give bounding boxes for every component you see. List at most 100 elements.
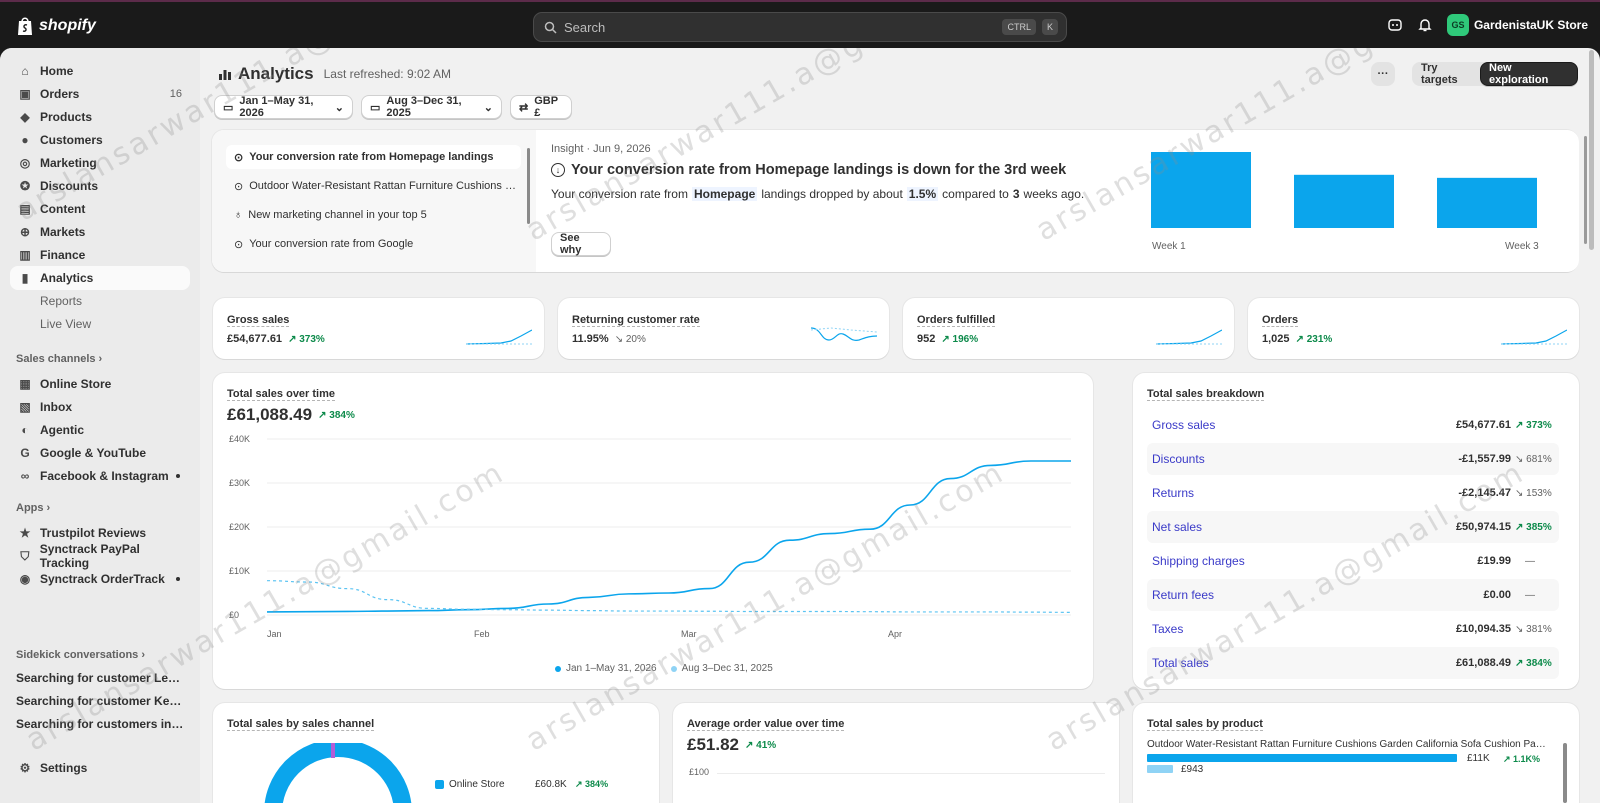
sidekick-conversation[interactable]: Searching for customer Lena B... (16, 671, 186, 685)
arrow-down-circle-icon: ↓ (551, 163, 565, 177)
metric-card-returning-rate[interactable]: Returning customer rate 11.95% ↘ 20% (558, 298, 889, 359)
breakdown-row[interactable]: Return fees £0.00 — (1147, 579, 1559, 611)
insight-list-item[interactable]: ⊙ Your conversion rate from Homepage land… (226, 145, 521, 169)
notification-bell-icon[interactable] (1417, 17, 1433, 33)
see-why-button[interactable]: See why (551, 232, 611, 256)
sidebar-item-label: Facebook & Instagram (40, 469, 169, 483)
sidebar-item-home[interactable]: ⌂ Home (10, 59, 190, 83)
donut-segment (264, 743, 412, 803)
breakdown-label[interactable]: Net sales (1152, 520, 1202, 534)
aov-total-row: £51.82 ↗ 41% (687, 735, 776, 755)
sidekick-heading[interactable]: Sidekick conversations › (16, 649, 145, 661)
insight-title: New marketing channel in your top 5 (248, 209, 427, 221)
sales-channels-heading[interactable]: Sales channels › (16, 353, 102, 365)
sidebar-item-label: Products (40, 110, 93, 124)
change-text: 20% (625, 333, 646, 345)
meta-icon: ∞ (20, 469, 30, 483)
sidebar-item-label: Marketing (40, 156, 97, 170)
breakdown-row[interactable]: Shipping charges £19.99 — (1147, 545, 1559, 577)
sidebar-item-content[interactable]: ▤ Content (10, 197, 190, 221)
sidebar-item-live-view[interactable]: Live View (10, 312, 190, 336)
sidebar-item-orders[interactable]: ▣ Orders 16 (10, 82, 190, 106)
sidekick-conversation[interactable]: Searching for customer Kerry ... (16, 694, 186, 708)
sidebar-item-agentic[interactable]: ◐ Agentic (10, 418, 190, 442)
insight-list-item[interactable]: ⊙ Your conversion rate from Google (226, 232, 521, 256)
shopify-logo[interactable]: shopify (16, 16, 96, 36)
sidebar-item-reports[interactable]: Reports (10, 289, 190, 313)
legend-item-previous[interactable]: Aug 3–Dec 31, 2025 (670, 663, 773, 674)
sidebar-item-synctrack-ordertrack[interactable]: ◉ Synctrack OrderTrack (10, 567, 190, 591)
sidekick-conversation[interactable]: Searching for customers in Sh... (16, 717, 186, 731)
sidebar-item-facebook-instagram[interactable]: ∞ Facebook & Instagram (10, 464, 190, 488)
sidebar-item-markets[interactable]: ⊕ Markets (10, 220, 190, 244)
sidekick-icon[interactable] (1387, 17, 1403, 33)
sidebar-item-label: Finance (40, 248, 86, 262)
breakdown-row[interactable]: Net sales £50,974.15 ↗ 385% (1147, 511, 1559, 543)
search-input[interactable]: Search CTRL K (533, 12, 1067, 42)
sidebar-item-marketing[interactable]: ◎ Marketing (10, 151, 190, 175)
breakdown-change: ↘ 381% (1515, 623, 1552, 635)
chart-legend: Jan 1–May 31, 2026 Aug 3–Dec 31, 2025 (555, 663, 773, 674)
metric-card-orders-fulfilled[interactable]: Orders fulfilled 952 ↗ 196% (903, 298, 1234, 359)
breakdown-label[interactable]: Taxes (1152, 622, 1183, 636)
current-period-line (266, 460, 1071, 613)
sidebar-item-online-store[interactable]: ▦ Online Store (10, 372, 190, 396)
breakdown-label[interactable]: Returns (1152, 486, 1194, 500)
new-exploration-button[interactable]: New exploration (1480, 62, 1578, 86)
sidebar-item-settings[interactable]: ⚙ Settings (10, 756, 190, 780)
breakdown-row[interactable]: Taxes £10,094.35 ↘ 381% (1147, 613, 1559, 645)
body-highlight: 3 (1012, 187, 1020, 201)
sidebar-item-finance[interactable]: ▥ Finance (10, 243, 190, 267)
breakdown-change: — (1525, 589, 1535, 601)
insight-list: ⊙ Your conversion rate from Homepage land… (212, 130, 536, 272)
breakdown-label[interactable]: Discounts (1152, 452, 1205, 466)
apps-heading[interactable]: Apps › (16, 502, 50, 514)
arrow-down-circle-icon: ⊙ (234, 180, 244, 193)
breakdown-label[interactable]: Total sales (1152, 656, 1209, 670)
sidebar-item-synctrack-paypal[interactable]: ⛉ Synctrack PayPal Tracking (10, 542, 190, 570)
breakdown-label[interactable]: Return fees (1152, 588, 1214, 602)
channel-change: ↗ 384% (575, 779, 609, 789)
breakdown-value: £10,094.35 (1455, 623, 1511, 635)
sales-over-time-card: Total sales over time £61,088.49 ↗ 384% … (213, 373, 1093, 689)
store-switcher[interactable]: GS GardenistaUK Store (1446, 14, 1588, 36)
breakdown-value: £54,677.61 (1455, 419, 1511, 431)
sidebar-item-analytics[interactable]: ▮ Analytics (10, 266, 190, 290)
sales-line-chart: £40K £30K £20K £10K £0 Jan Feb Mar Apr (229, 434, 1072, 639)
person-icon: ● (21, 133, 29, 147)
legend-item-current[interactable]: Jan 1–May 31, 2026 (555, 663, 657, 674)
breakdown-row[interactable]: Discounts -£1,557.99 ↘ 681% (1147, 443, 1559, 475)
breakdown-row[interactable]: Total sales £61,088.49 ↗ 384% (1147, 647, 1559, 679)
breakdown-label[interactable]: Gross sales (1152, 418, 1215, 432)
breakdown-row[interactable]: Returns -£2,145.47 ↘ 153% (1147, 477, 1559, 509)
sidebar-item-customers[interactable]: ● Customers (10, 128, 190, 152)
currency-button[interactable]: ⇄ GBP £ (510, 95, 572, 119)
page-title: Analytics (238, 64, 314, 83)
sidebar-item-discounts[interactable]: ✪ Discounts (10, 174, 190, 198)
sidebar-item-products[interactable]: ◆ Products (10, 105, 190, 129)
aov-value: £51.82 (687, 735, 739, 754)
top-bar: shopify Search CTRL K GS GardenistaUK St… (0, 0, 1600, 48)
sidebar-item-label: Online Store (40, 377, 112, 391)
product-name[interactable]: Outdoor Water-Resistant Rattan Furniture… (1147, 739, 1549, 750)
insights-scrollbar[interactable] (1584, 136, 1587, 244)
insight-list-item[interactable]: ⊙ Outdoor Water-Resistant Rattan Furnitur… (226, 174, 521, 198)
x-tick-label: Jan (267, 629, 282, 639)
more-actions-button[interactable]: ··· (1371, 62, 1395, 86)
legend-label: Jan 1–May 31, 2026 (566, 663, 657, 674)
metric-card-gross-sales[interactable]: Gross sales £54,677.61 ↗ 373% (213, 298, 544, 359)
insight-list-scrollbar[interactable] (527, 148, 530, 224)
sidebar-item-inbox[interactable]: ▧ Inbox (10, 395, 190, 419)
insight-list-item[interactable]: ♁ New marketing channel in your top 5 (226, 203, 521, 227)
product-scrollbar[interactable] (1563, 743, 1567, 803)
breakdown-value: £61,088.49 (1455, 657, 1511, 669)
metric-card-orders[interactable]: Orders 1,025 ↗ 231% (1248, 298, 1579, 359)
compare-range-picker[interactable]: ▭ Aug 3–Dec 31, 2025 ⌄ (361, 95, 502, 119)
breakdown-label[interactable]: Shipping charges (1152, 554, 1245, 568)
insight-detail: Insight · Jun 9, 2026 ↓ Your conversion … (537, 130, 1587, 272)
sidebar-item-google-youtube[interactable]: G Google & YouTube (10, 441, 190, 465)
breakdown-row[interactable]: Gross sales £54,677.61 ↗ 373% (1147, 409, 1559, 441)
date-range-picker[interactable]: ▭ Jan 1–May 31, 2026 ⌄ (214, 95, 353, 119)
page-scrollbar[interactable] (1589, 50, 1594, 250)
track-icon: ◉ (19, 572, 31, 586)
